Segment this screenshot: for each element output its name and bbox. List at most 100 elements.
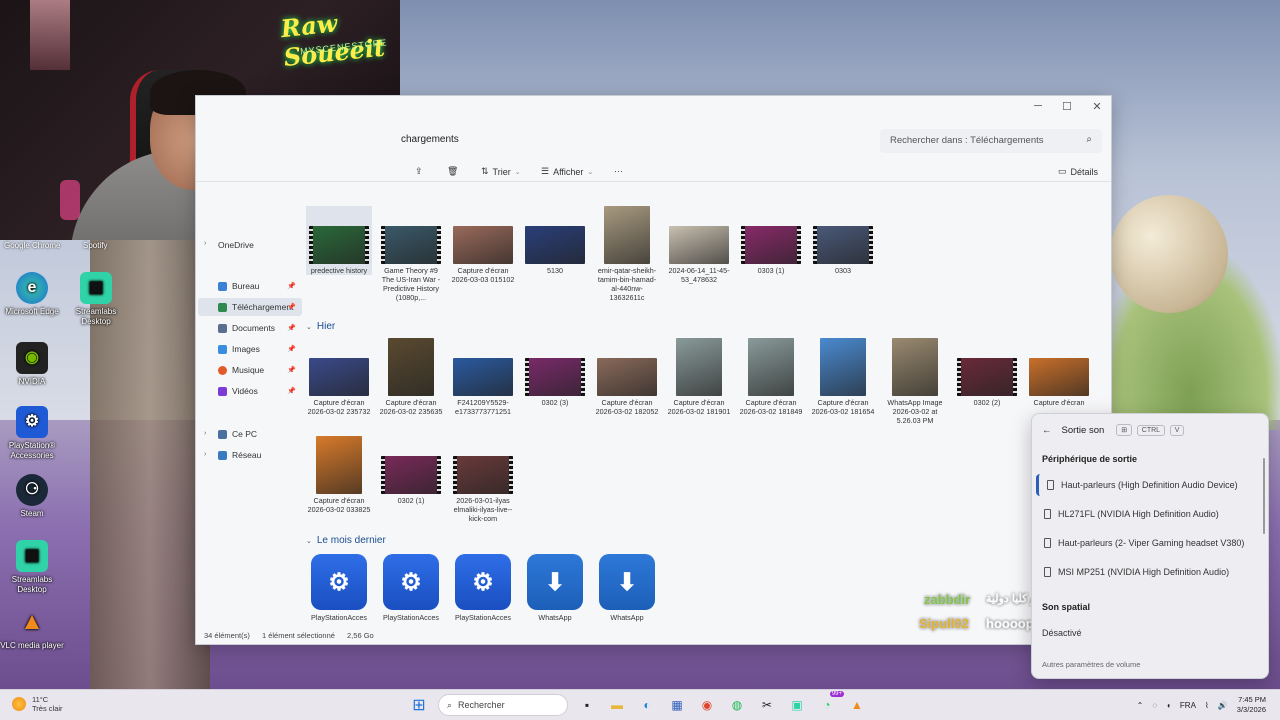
title-bar[interactable]: ─ ☐ ✕ — [196, 96, 1111, 118]
file-tile[interactable]: ⚙ PlayStationAcces — [306, 554, 372, 622]
group-header-last-month[interactable]: ⌄ Le mois dernier — [306, 535, 386, 546]
sidebar-item-label: Téléchargement — [232, 302, 294, 312]
sidebar-item-label: Musique — [232, 365, 265, 375]
desktop-shortcut-edge[interactable]: e Microsoft Edge — [0, 272, 67, 317]
maximize-icon[interactable]: ☐ — [1052, 100, 1082, 113]
back-arrow-icon[interactable]: ← — [1042, 425, 1052, 436]
desktop-shortcut-steam[interactable]: ⚆ Steam — [0, 474, 67, 519]
language-indicator[interactable]: FRA — [1180, 701, 1196, 710]
group-header-yesterday[interactable]: ⌄ Hier — [306, 321, 335, 332]
store-icon[interactable]: ▦ — [666, 694, 688, 716]
file-tile[interactable]: Capture d'écran 2026-03-02 235635 — [378, 338, 444, 416]
desktop-label-spotify[interactable]: Spotify — [83, 241, 107, 250]
desktop-shortcut-streamlabs-2[interactable]: ▣ Streamlabs Desktop — [0, 540, 67, 595]
spatial-sound-option[interactable]: Désactivé — [1042, 628, 1082, 638]
file-name: Capture d'écran 2026-03-02 235635 — [379, 398, 443, 416]
file-tile[interactable]: F241209Y5529-e1733773771251 — [450, 338, 516, 416]
file-tile[interactable]: 0303 (1) — [738, 206, 804, 275]
sidebar-item-images[interactable]: Images 📌 — [218, 340, 302, 358]
output-device-option[interactable]: HL271FL (NVIDIA High Definition Audio) — [1036, 503, 1264, 525]
desktop-label-chrome[interactable]: Google Chrome — [4, 241, 60, 250]
sidebar-item-downloads[interactable]: Téléchargement 📌 — [198, 298, 302, 316]
chevron-right-icon[interactable]: › — [204, 430, 206, 437]
file-explorer-icon[interactable]: ▬ — [606, 694, 628, 716]
file-tile[interactable]: 0302 (3) — [522, 338, 588, 407]
file-tile[interactable]: Capture d'écran — [1026, 338, 1092, 407]
file-tile[interactable]: Game Theory #9 The US-Iran War - Predict… — [378, 206, 444, 302]
selection-size: 2,56 Go — [347, 631, 374, 640]
output-device-option[interactable]: Haut-parleurs (2- Viper Gaming headset V… — [1036, 532, 1264, 554]
output-device-option[interactable]: MSI MP251 (NVIDIA High Definition Audio) — [1036, 561, 1264, 583]
file-tile[interactable]: 0303 — [810, 206, 876, 275]
firefox-icon[interactable]: ◉ — [696, 694, 718, 716]
clock[interactable]: 7:45 PM 3/3/2026 — [1237, 695, 1266, 715]
capcut-icon[interactable]: ✂ — [756, 694, 778, 716]
desktop-shortcut-vlc[interactable]: ▲ VLC media player — [0, 606, 67, 651]
taskbar-search[interactable]: ⌕ Rechercher — [438, 694, 568, 716]
chevron-right-icon[interactable]: › — [204, 451, 206, 458]
task-view-icon[interactable]: ▪ — [576, 694, 598, 716]
more-options-button[interactable]: ··· — [614, 166, 623, 176]
sidebar-item-videos[interactable]: Vidéos 📌 — [218, 382, 302, 400]
file-tile[interactable]: 2024-06-14_11-45-53_478632 — [666, 206, 732, 284]
close-icon[interactable]: ✕ — [1082, 100, 1112, 113]
vlc-icon[interactable]: ▲ — [846, 694, 868, 716]
desktop-shortcut-nvidia[interactable]: ◉ NVIDIA — [0, 342, 67, 387]
share-icon[interactable]: ⇪ — [415, 166, 423, 177]
whatsapp-icon[interactable]: ◔ 99+ — [816, 691, 844, 716]
file-name: 2024-06-14_11-45-53_478632 — [668, 266, 730, 284]
chevron-up-icon[interactable]: ⌃ — [1137, 701, 1144, 710]
chevron-right-icon[interactable]: › — [204, 240, 206, 247]
file-tile[interactable]: WhatsApp Image 2026-03-02 at 5.26.03 PM — [882, 338, 948, 425]
file-tile[interactable]: emir-qatar-sheikh-tamim-bin-hamad-al-440… — [594, 206, 660, 302]
file-tile[interactable]: Capture d'écran 2026-03-02 181849 — [738, 338, 804, 416]
windows-key-icon: ⊞ — [1116, 424, 1133, 436]
view-button[interactable]: ☰ Afficher ⌄ — [541, 166, 593, 177]
weather-widget[interactable]: 11°C Très clair — [12, 695, 63, 713]
file-tile[interactable]: predective history — [306, 206, 372, 275]
output-device-option[interactable]: Haut-parleurs (High Definition Audio Dev… — [1036, 474, 1264, 496]
spotify-icon[interactable]: ◍ — [726, 694, 748, 716]
image-thumbnail — [388, 338, 434, 396]
more-volume-settings-link[interactable]: Autres paramètres de volume — [1042, 660, 1140, 669]
file-tile[interactable]: 2026-03-01-ilyas elmaliki-ilyas-live--ki… — [450, 436, 516, 523]
file-tile[interactable]: ⚙ PlayStationAcces — [450, 554, 516, 622]
details-button[interactable]: ▭ Détails — [1058, 166, 1098, 177]
start-icon[interactable]: ⊞ — [408, 694, 430, 716]
file-tile[interactable]: Capture d'écran 2026-03-02 181901 — [666, 338, 732, 416]
file-tile[interactable]: Capture d'écran 2026-03-02 033825 — [306, 436, 372, 514]
details-pane-icon: ▭ — [1058, 166, 1067, 176]
file-tile[interactable]: ⬇ WhatsApp — [594, 554, 660, 622]
delete-icon[interactable]: 🗑 — [447, 166, 458, 177]
speaker-icon[interactable]: ◖ — [1166, 701, 1171, 710]
file-tile[interactable]: Capture d'écran 2026-03-02 182052 — [594, 338, 660, 416]
file-tile[interactable]: 0302 (1) — [378, 436, 444, 505]
file-tile[interactable]: 0302 (2) — [954, 338, 1020, 407]
desktop-shortcut-label: Streamlabs Desktop — [11, 575, 53, 594]
search-input[interactable]: Rechercher dans : Téléchargements ⌕ — [880, 129, 1102, 153]
streamlabs-icon[interactable]: ▣ — [786, 694, 808, 716]
desktop-shortcut-streamlabs[interactable]: ▣ Streamlabs Desktop — [61, 272, 131, 327]
file-name: WhatsApp Image 2026-03-02 at 5.26.03 PM — [887, 398, 943, 425]
sidebar-item-onedrive[interactable]: OneDrive — [218, 236, 302, 254]
sort-button[interactable]: ⇅ Trier ⌄ — [481, 166, 521, 177]
volume-icon[interactable]: 🔊 — [1218, 701, 1228, 710]
sidebar-item-documents[interactable]: Documents 📌 — [218, 319, 302, 337]
desktop-shortcut-playstation[interactable]: ⚙ PlayStation® Accessories — [0, 406, 67, 461]
file-tile[interactable]: ⚙ PlayStationAcces — [378, 554, 444, 622]
sidebar-item-music[interactable]: Musique 📌 — [218, 361, 302, 379]
sidebar-item-network[interactable]: Réseau — [218, 446, 302, 464]
wifi-icon[interactable]: ⌇ — [1205, 701, 1209, 710]
sidebar-item-this-pc[interactable]: Ce PC — [218, 425, 302, 443]
file-tile[interactable]: Capture d'écran 2026-03-02 181654 — [810, 338, 876, 416]
breadcrumb[interactable]: chargements — [401, 134, 459, 145]
file-tile[interactable]: ⬇ WhatsApp — [522, 554, 588, 622]
file-tile[interactable]: Capture d'écran 2026-03-03 015102 — [450, 206, 516, 284]
minimize-icon[interactable]: ─ — [1023, 100, 1053, 112]
file-name: predective history — [310, 266, 368, 275]
edge-icon[interactable]: ◐ — [636, 694, 658, 716]
network-icon[interactable]: ◌ — [1152, 701, 1157, 710]
file-tile[interactable]: 5130 — [522, 206, 588, 275]
sidebar-item-bureau[interactable]: Bureau 📌 — [218, 277, 302, 295]
file-tile[interactable]: Capture d'écran 2026-03-02 235732 — [306, 338, 372, 416]
